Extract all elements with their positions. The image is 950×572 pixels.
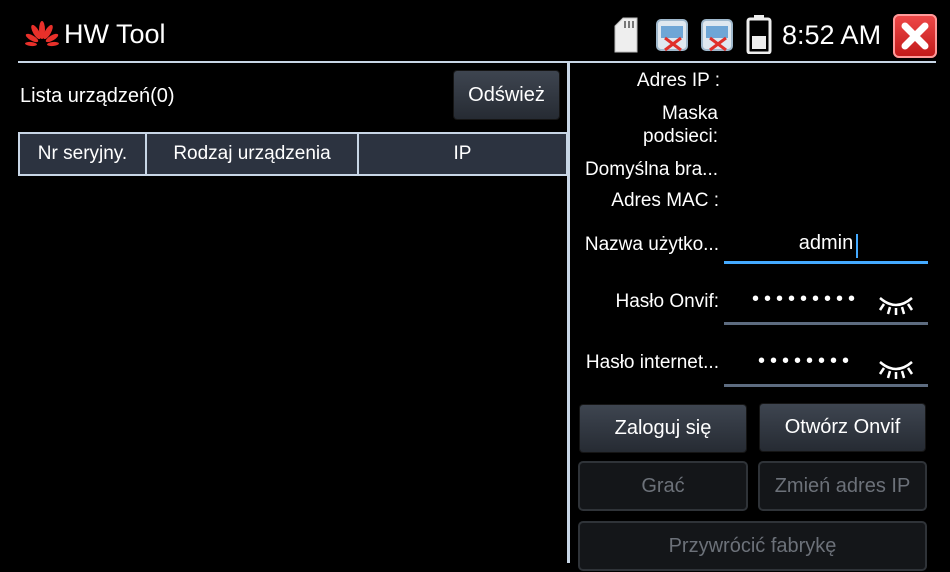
device-table-header: Nr seryjny. Rodzaj urządzenia IP xyxy=(18,132,568,176)
subnet-mask-label-line2: podsieci: xyxy=(643,126,718,147)
open-onvif-button[interactable]: Otwórz Onvif xyxy=(760,404,925,451)
onvif-password-field[interactable]: ••••••••• xyxy=(724,286,928,326)
eye-closed-icon[interactable] xyxy=(876,358,916,380)
camera-disconnected-icon xyxy=(701,19,733,52)
web-password-underline xyxy=(724,384,928,387)
onvif-password-label: Hasło Onvif: xyxy=(615,291,719,312)
app-title: HW Tool xyxy=(64,19,166,49)
factory-reset-button[interactable]: Przywrócić fabrykę xyxy=(580,523,925,569)
battery-icon xyxy=(746,15,772,54)
web-password-label: Hasło internet... xyxy=(585,352,719,373)
mac-address-label: Adres MAC : xyxy=(611,190,719,211)
subnet-mask-label: Maska podsieci: xyxy=(643,102,718,148)
column-serial-number[interactable]: Nr seryjny. xyxy=(20,134,147,174)
web-password-field[interactable]: •••••••• xyxy=(724,348,928,388)
onvif-password-underline xyxy=(724,322,928,325)
clock: 8:52 AM xyxy=(782,20,882,50)
column-ip[interactable]: IP xyxy=(359,134,566,174)
gateway-label: Domyślna bra... xyxy=(584,159,718,180)
subnet-mask-label-line1: Maska xyxy=(662,103,718,124)
login-button[interactable]: Zaloguj się xyxy=(580,405,746,452)
play-button[interactable]: Grać xyxy=(580,463,746,509)
text-cursor xyxy=(856,234,858,258)
device-list-title: Lista urządzeń(0) xyxy=(20,85,175,107)
refresh-button[interactable]: Odśwież xyxy=(454,71,559,119)
username-field[interactable]: admin xyxy=(724,228,928,264)
huawei-logo xyxy=(25,21,59,47)
device-table-body xyxy=(18,176,566,566)
close-icon xyxy=(901,22,929,50)
camera-disconnected-icon xyxy=(656,19,688,52)
username-label: Nazwa użytko... xyxy=(584,234,719,255)
column-device-type[interactable]: Rodzaj urządzenia xyxy=(147,134,359,174)
sd-card-icon xyxy=(614,17,638,53)
header-divider xyxy=(18,61,936,63)
username-value: admin xyxy=(798,232,854,254)
eye-closed-icon[interactable] xyxy=(876,294,916,316)
change-ip-button[interactable]: Zmień adres IP xyxy=(760,463,925,509)
close-button[interactable] xyxy=(893,14,937,58)
username-underline xyxy=(724,261,928,264)
ip-address-label: Adres IP : xyxy=(636,70,720,91)
onvif-password-value: ••••••••• xyxy=(752,288,861,310)
web-password-value: •••••••• xyxy=(758,350,855,372)
